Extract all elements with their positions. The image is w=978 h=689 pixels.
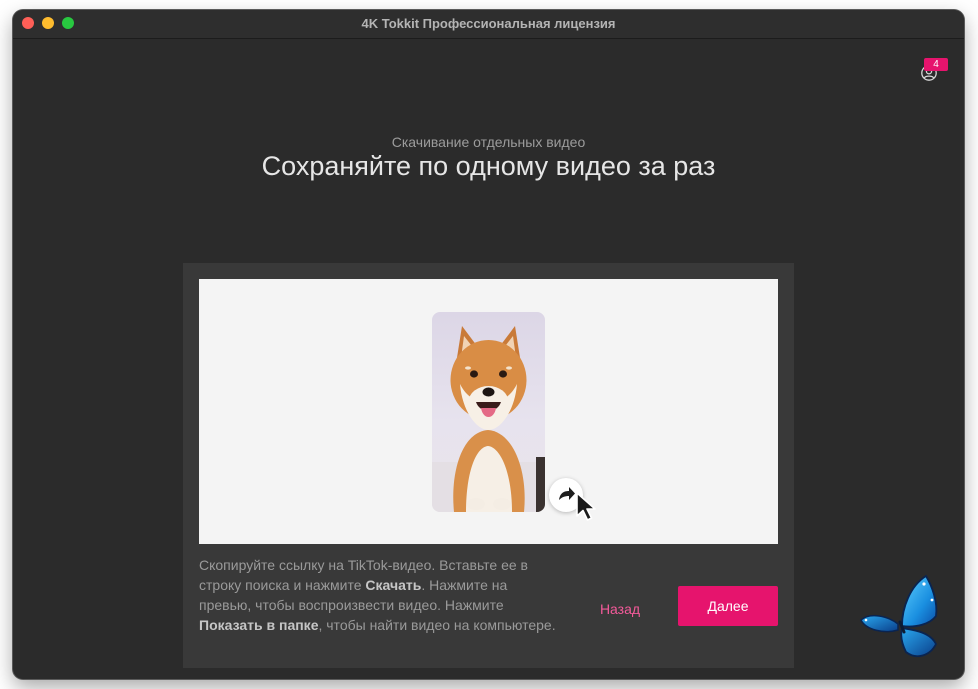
- page-subtitle: Скачивание отдельных видео: [391, 134, 586, 150]
- next-button[interactable]: Далее: [678, 586, 778, 626]
- blue-butterfly-icon: [860, 574, 938, 658]
- window-title: 4K Tokkit Профессиональная лицензия: [361, 16, 616, 31]
- onboarding-panel: Скопируйте ссылку на TikTok-видео. Встав…: [183, 263, 794, 668]
- mouse-pointer-icon: [576, 492, 596, 521]
- shiba-inu-dog-photo: [432, 326, 545, 512]
- title-bar: 4K Tokkit Профессиональная лицензия: [13, 10, 964, 39]
- page-title: Сохраняйте по одному видео за раз: [261, 151, 716, 181]
- app-window: 4K Tokkit Профессиональная лицензия 4 Ск…: [13, 10, 964, 679]
- instructions-part-3: , чтобы найти видео на компьютере.: [318, 617, 556, 633]
- video-preview-card: [432, 312, 545, 512]
- instructions-text: Скопируйте ссылку на TikTok-видео. Встав…: [199, 555, 559, 635]
- notification-badge: 4: [924, 58, 948, 71]
- tutorial-illustration: [199, 279, 778, 544]
- back-button[interactable]: Назад: [588, 598, 652, 620]
- show-in-folder-keyword: Показать в папке: [199, 617, 319, 633]
- download-keyword: Скачать: [365, 577, 422, 593]
